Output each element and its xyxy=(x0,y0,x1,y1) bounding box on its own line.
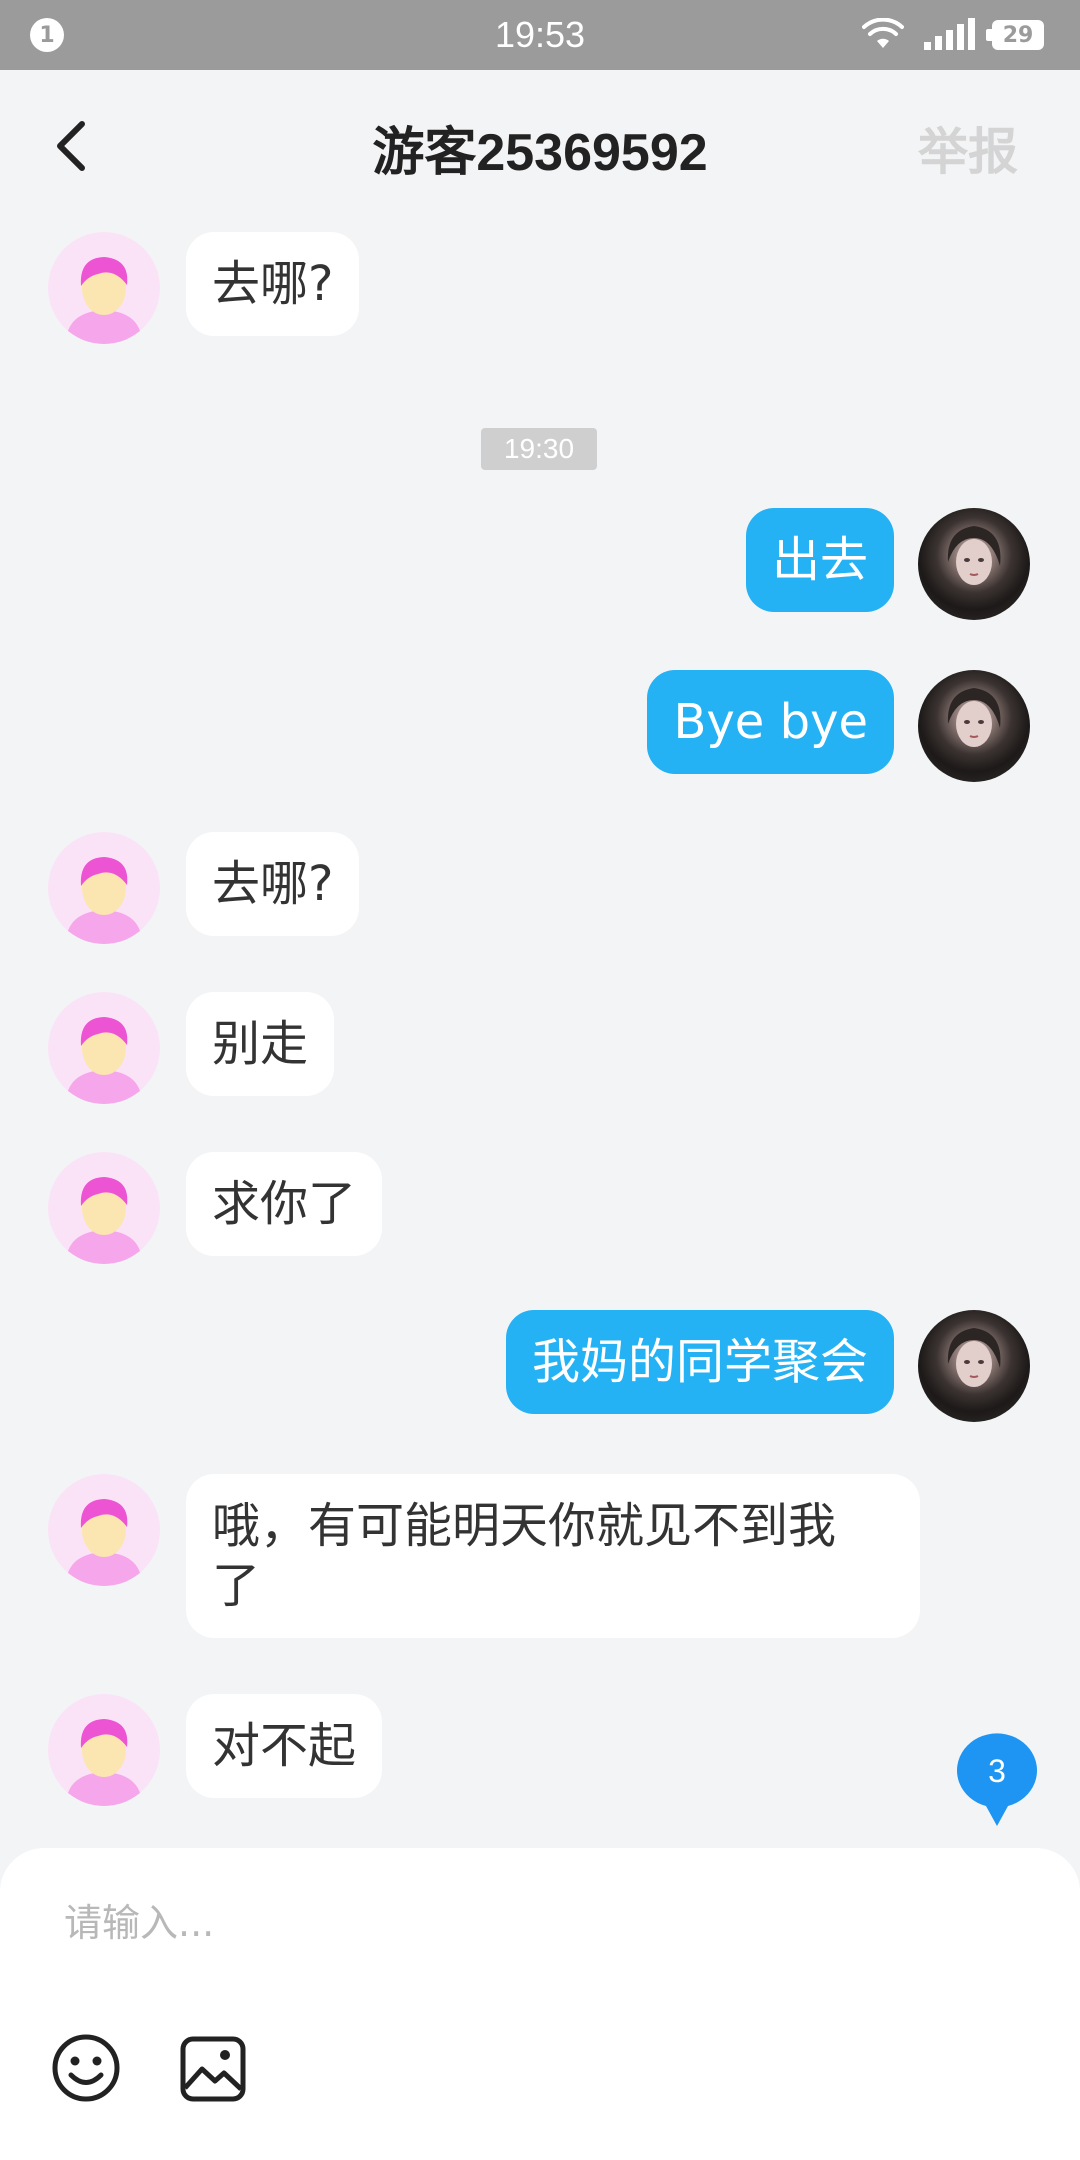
message-bubble-incoming[interactable]: 别走 xyxy=(186,992,335,1096)
message-bubble-incoming[interactable]: 去哪? xyxy=(186,232,360,336)
contact-avatar[interactable] xyxy=(48,992,160,1104)
message-input[interactable] xyxy=(48,1878,1060,1968)
self-avatar[interactable] xyxy=(918,670,1030,782)
message-bubble-outgoing[interactable]: Bye bye xyxy=(647,670,894,774)
contact-avatar[interactable] xyxy=(48,1474,160,1586)
message-bubble-outgoing[interactable]: 我妈的同学聚会 xyxy=(505,1310,894,1414)
signal-icon xyxy=(924,18,975,50)
wifi-icon xyxy=(862,18,904,48)
self-avatar[interactable] xyxy=(918,508,1030,620)
unread-messages-badge[interactable]: 3 xyxy=(956,1732,1038,1828)
contact-avatar[interactable] xyxy=(48,832,160,944)
unread-count: 3 xyxy=(988,1753,1006,1789)
message-bubble-incoming[interactable]: 去哪? xyxy=(186,832,360,936)
image-icon[interactable] xyxy=(178,2034,248,2104)
report-button[interactable]: 举报 xyxy=(918,112,1018,184)
message-bubble-outgoing[interactable]: 出去 xyxy=(745,508,894,612)
self-avatar[interactable] xyxy=(918,1310,1030,1422)
contact-avatar[interactable] xyxy=(48,1152,160,1264)
message-bubble-incoming[interactable]: 哦，有可能明天你就见不到我 了 xyxy=(186,1474,920,1638)
contact-avatar[interactable] xyxy=(48,232,160,344)
message-bubble-incoming[interactable]: 对不起 xyxy=(186,1694,383,1798)
status-bar: 1 19:53 29 xyxy=(0,0,1080,70)
timestamp-divider: 19:30 xyxy=(481,428,597,470)
message-composer xyxy=(0,1848,1080,2160)
chat-header: 游客25369592 举报 xyxy=(0,70,1080,220)
battery-icon: 29 xyxy=(986,20,1044,50)
status-time: 19:53 xyxy=(494,14,586,55)
message-bubble-incoming[interactable]: 求你了 xyxy=(186,1152,383,1256)
emoji-icon[interactable] xyxy=(50,2032,122,2104)
contact-avatar[interactable] xyxy=(48,1694,160,1806)
